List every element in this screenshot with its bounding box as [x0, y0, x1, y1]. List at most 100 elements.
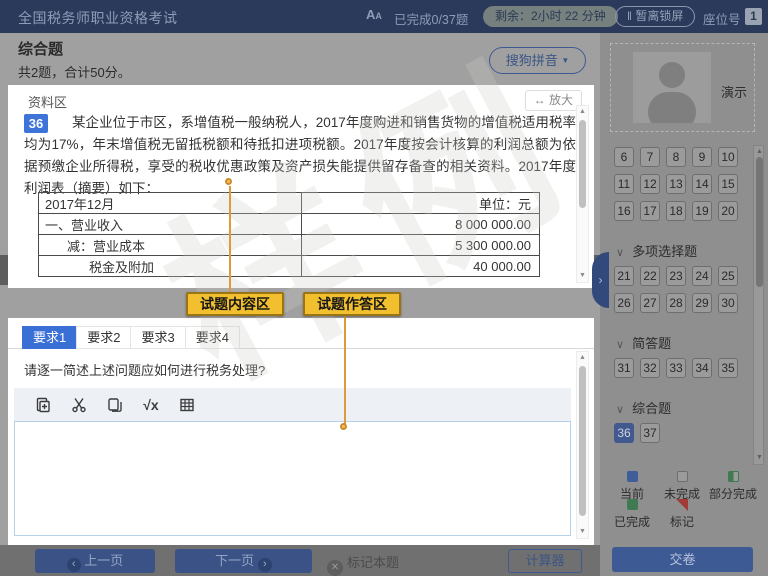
proctor-camera-box: 演示 [610, 43, 755, 132]
scroll-down-icon[interactable]: ▼ [577, 270, 588, 282]
top-bar: 全国税务师职业资格考试 AA 已完成0/37题 剩余：2小时 22 分钟 ‖ 暂… [0, 0, 768, 33]
seat-number-badge: 1 [745, 8, 762, 25]
prev-page-button[interactable]: ‹ 上一页 [35, 549, 155, 573]
table-icon[interactable] [178, 396, 196, 414]
time-remaining-badge: 剩余：2小时 22 分钟 [483, 6, 618, 27]
question-cell-7[interactable]: 7 [640, 147, 660, 167]
copy-icon[interactable] [106, 396, 124, 414]
question-grid: 36 37 [614, 423, 746, 443]
scroll-down-icon[interactable]: ▼ [577, 526, 588, 538]
question-cell-10[interactable]: 10 [718, 147, 738, 167]
ime-selector-button[interactable]: 搜狗拼音 ▼ [489, 47, 586, 74]
question-cell-19[interactable]: 19 [692, 201, 712, 221]
question-cell-32[interactable]: 32 [640, 358, 660, 378]
submit-paper-button[interactable]: 交卷 [612, 547, 753, 572]
question-cell-31[interactable]: 31 [614, 358, 634, 378]
legend-partial: 部分完成 [704, 471, 762, 502]
legend-label: 标记 [656, 513, 708, 530]
callout-connector-dot [340, 423, 347, 430]
question-cell-9[interactable]: 9 [692, 147, 712, 167]
table-header-row: 2017年12月单位：元 [39, 193, 540, 214]
question-cell-14[interactable]: 14 [692, 174, 712, 194]
question-cell-8[interactable]: 8 [666, 147, 686, 167]
question-cell-29[interactable]: 29 [692, 293, 712, 313]
question-cell-26[interactable]: 26 [614, 293, 634, 313]
material-scrollbar[interactable]: ▲ ▼ [576, 105, 589, 283]
legend-label: 部分完成 [704, 485, 762, 502]
chevron-left-icon: ‹ [67, 558, 81, 572]
question-cell-15[interactable]: 15 [718, 174, 738, 194]
callout-connector-line [229, 186, 231, 293]
answer-textarea[interactable] [14, 421, 571, 536]
row-label: 一、营业收入 [39, 214, 302, 235]
question-cell-21[interactable]: 21 [614, 266, 634, 286]
question-cell-25[interactable]: 25 [718, 266, 738, 286]
font-size-icon[interactable]: AA [366, 7, 382, 22]
sidebar-scrollbar[interactable]: ▲ ▼ [753, 145, 764, 465]
section-header-多项选择题[interactable]: ∨多项选择题 [616, 241, 756, 260]
app-title: 全国税务师职业资格考试 [18, 8, 178, 28]
answer-area-callout: 试题作答区 [303, 292, 401, 316]
question-cell-17[interactable]: 17 [640, 201, 660, 221]
scroll-up-icon[interactable]: ▲ [577, 352, 588, 364]
next-page-button[interactable]: 下一页 › [175, 549, 312, 573]
editor-toolbar: √x [14, 388, 571, 421]
tab-requirement-4[interactable]: 要求4 [185, 326, 240, 349]
question-cell-16[interactable]: 16 [614, 201, 634, 221]
mark-question-button[interactable]: ✕标记本题 [327, 552, 399, 576]
tab-requirement-3[interactable]: 要求3 [130, 326, 184, 349]
question-cell-6[interactable]: 6 [614, 147, 634, 167]
legend-marked-swatch [676, 499, 688, 511]
question-grid: 31 32 33 34 35 [614, 358, 746, 378]
question-cell-23[interactable]: 23 [666, 266, 686, 286]
legend-undone: 未完成 [656, 471, 708, 502]
scrollbar-thumb[interactable] [579, 366, 586, 516]
cut-icon[interactable] [70, 396, 88, 414]
chevron-down-icon: ∨ [616, 247, 624, 259]
table-row: 一、营业收入8 000 000.00 [39, 214, 540, 235]
pause-icon: ‖ [627, 9, 632, 23]
demo-label: 演示 [721, 82, 747, 101]
answer-scrollbar[interactable]: ▲ ▼ [576, 351, 589, 539]
question-cell-11[interactable]: 11 [614, 174, 634, 194]
question-cell-12[interactable]: 12 [640, 174, 660, 194]
section-header-简答题[interactable]: ∨简答题 [616, 333, 756, 352]
resize-icon: ↔ [534, 93, 546, 107]
question-cell-24[interactable]: 24 [692, 266, 712, 286]
question-cell-33[interactable]: 33 [666, 358, 686, 378]
section-header-综合题[interactable]: ∨综合题 [616, 398, 756, 417]
question-cell-27[interactable]: 27 [640, 293, 660, 313]
row-label: 税金及附加 [39, 256, 302, 277]
question-cell-28[interactable]: 28 [666, 293, 686, 313]
chevron-down-icon: ∨ [616, 339, 624, 351]
legend-current-swatch [627, 471, 638, 482]
content-area-callout: 试题内容区 [186, 292, 284, 316]
pause-lock-button[interactable]: ‖ 暂离锁屏 [615, 6, 695, 27]
question-cell-37[interactable]: 37 [640, 423, 660, 443]
material-zoom-button[interactable]: ↔ 放大 [525, 90, 582, 111]
scrollbar-thumb[interactable] [579, 120, 586, 208]
main-column: 综合题 共2题，合计50分。 搜狗拼音 ▼ 资料区 ↔ 放大 36 某企业位于市… [0, 33, 600, 576]
scrollbar-thumb[interactable] [756, 157, 763, 287]
question-number-nav: 6789 10 11 12 13 14 15 16 17 18 19 20 ∨多项选择题 21 22 23 24… [614, 145, 756, 443]
formula-icon[interactable]: √x [142, 396, 160, 414]
chevron-down-icon: ∨ [616, 404, 624, 416]
seat-label: 座位号 [703, 9, 741, 28]
scroll-down-icon[interactable]: ▼ [754, 452, 765, 464]
tab-requirement-2[interactable]: 要求2 [76, 326, 130, 349]
calculator-button[interactable]: 计算器 [508, 549, 582, 573]
question-cell-18[interactable]: 18 [666, 201, 686, 221]
paste-doc-icon[interactable] [34, 396, 52, 414]
question-cell-30[interactable]: 30 [718, 293, 738, 313]
question-cell-13[interactable]: 13 [666, 174, 686, 194]
question-cell-22[interactable]: 22 [640, 266, 660, 286]
chevron-right-icon: › [599, 273, 603, 287]
question-cell-35[interactable]: 35 [718, 358, 738, 378]
tab-requirement-1[interactable]: 要求1 [22, 326, 76, 349]
question-cell-34[interactable]: 34 [692, 358, 712, 378]
question-nav-sidebar: 演示 6789 10 11 12 13 14 15 16 17 18 19 20 ∨多项选择题 21 22 2… [600, 33, 768, 576]
question-cell-36[interactable]: 36 [614, 423, 634, 443]
question-cell-20[interactable]: 20 [718, 201, 738, 221]
scroll-up-icon[interactable]: ▲ [577, 106, 588, 118]
sidebar-collapse-handle[interactable]: › [592, 252, 609, 308]
